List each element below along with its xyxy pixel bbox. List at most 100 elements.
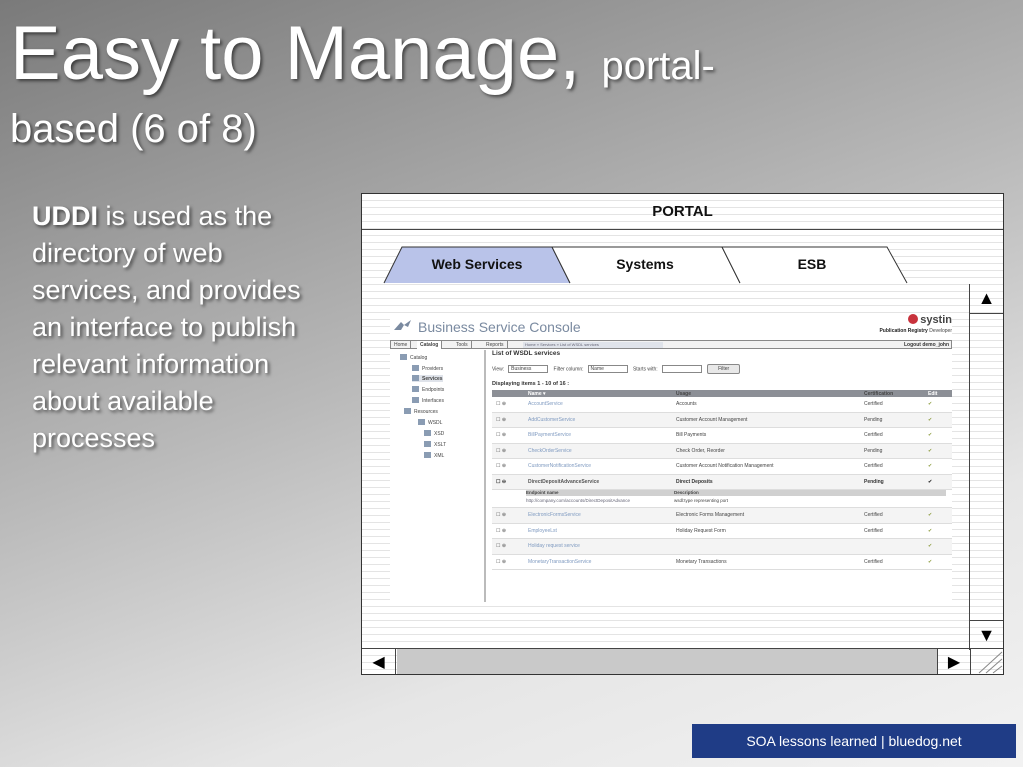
endpoint-icon [412, 386, 419, 392]
edit-icon[interactable]: ✔ [928, 401, 932, 407]
edit-icon[interactable]: ✔ [928, 432, 932, 438]
table-row[interactable]: ☐ ⊕ BillPaymentService Bill Payments Certif… [492, 428, 952, 444]
breadcrumb: Home » Services » List of WSDL services [523, 342, 663, 348]
table-row[interactable]: ☐ ⊕ AddCustomerService Customer Account Ma… [492, 412, 952, 428]
logout-link[interactable]: Logout demo_john [904, 341, 949, 349]
nav-tools[interactable]: Tools [453, 341, 472, 349]
table-row[interactable]: ☐ ⊕ CustomerNotificationService Customer A… [492, 459, 952, 475]
edit-icon[interactable]: ✔ [928, 479, 932, 485]
nav-catalog[interactable]: Catalog [417, 341, 443, 349]
tab-web-services[interactable]: Web Services [402, 256, 552, 272]
bullet-bold: UDDI [32, 201, 98, 231]
scroll-down-icon[interactable]: ▼ [970, 620, 1003, 650]
view-select[interactable]: Business [508, 365, 549, 373]
slide-title-line2: based (6 of 8) [10, 107, 257, 151]
table-row[interactable]: ☐ ⊕ MonetaryTransactionService Monetary Tr… [492, 555, 952, 570]
scroll-right-icon[interactable]: ▶ [937, 649, 971, 674]
console-logo-icon [394, 320, 411, 330]
tree-item-xml[interactable]: XML [424, 452, 444, 459]
folder-icon [400, 354, 407, 360]
nav-home[interactable]: Home [391, 341, 412, 349]
registry-user: Developer [929, 328, 952, 334]
scroll-up-icon[interactable]: ▲ [970, 284, 1003, 314]
tree-item-providers[interactable]: Providers [412, 365, 443, 372]
detail-header: Endpoint name Description [526, 490, 946, 496]
tab-systems[interactable]: Systems [562, 256, 728, 272]
tree-item-catalog[interactable]: Catalog [400, 354, 427, 361]
row-checkbox[interactable]: ☐ ⊕ [496, 448, 506, 454]
tree-item-xsd[interactable]: XSD [424, 430, 444, 437]
business-service-console: Business Service Console systin Publicat… [390, 314, 952, 602]
portal-content: Business Service Console systin Publicat… [364, 284, 968, 624]
filter-column-select[interactable]: Name [587, 365, 628, 373]
row-checkbox[interactable]: ☐ ⊖ [496, 479, 506, 485]
brand-text: systin [920, 314, 952, 326]
resize-grip-icon[interactable] [971, 649, 1003, 674]
tree-item-xslt[interactable]: XSLT [424, 441, 446, 448]
edit-icon[interactable]: ✔ [928, 543, 932, 549]
row-checkbox[interactable]: ☐ ⊕ [496, 463, 506, 469]
table-header: Name ▾ Usage Certification Edit [492, 390, 952, 397]
scroll-track[interactable] [397, 649, 937, 674]
starts-with-input[interactable] [661, 365, 702, 373]
tree-item-wsdl[interactable]: WSDL [418, 419, 442, 426]
xsd-icon [424, 430, 431, 436]
services-table: Name ▾ Usage Certification Edit ☐ ⊕ Accou… [492, 390, 952, 570]
slide-bullet: UDDI is used as the directory of web ser… [32, 198, 332, 457]
tree-item-resources[interactable]: Resources [404, 408, 438, 415]
detail-values: http://company.com/accounts/DirectDeposi… [526, 498, 729, 503]
slide-title: Easy to Manage, portal- [10, 14, 715, 106]
services-list: List of WSDL services View: Business Filt… [492, 350, 952, 602]
catalog-tree: Catalog Providers Services Endpoints Int… [390, 350, 486, 602]
portal-window: PORTAL Web Services Systems ESB Business… [361, 193, 1004, 675]
wsdl-icon [418, 419, 425, 425]
row-checkbox[interactable]: ☐ ⊕ [496, 528, 506, 534]
filter-bar: View: Business Filter column: Name Starts … [492, 364, 741, 374]
row-checkbox[interactable]: ☐ ⊕ [496, 559, 506, 565]
tree-item-services[interactable]: Services [412, 375, 443, 382]
tab-esb[interactable]: ESB [732, 256, 892, 272]
tree-item-interfaces[interactable]: Interfaces [412, 397, 444, 404]
vertical-scrollbar[interactable]: ▲ ▼ [969, 284, 1003, 650]
slide-title-small: portal- [601, 44, 715, 88]
row-checkbox[interactable]: ☐ ⊕ [496, 401, 506, 407]
row-checkbox[interactable]: ☐ ⊕ [496, 432, 506, 438]
tree-item-endpoints[interactable]: Endpoints [412, 386, 444, 393]
table-row[interactable]: ☐ ⊕ ElectronicFormsService Electronic Form… [492, 508, 952, 524]
edit-icon[interactable]: ✔ [928, 448, 932, 454]
row-checkbox[interactable]: ☐ ⊕ [496, 543, 506, 549]
registry-label: Publication Registry [879, 328, 928, 334]
footer-banner: SOA lessons learned | bluedog.net [692, 724, 1016, 758]
console-title: Business Service Console [418, 319, 581, 335]
console-brand: systin [908, 314, 952, 326]
table-row[interactable]: ☐ ⊕ EmployeeLst Holiday Request Form Certif… [492, 524, 952, 539]
table-row[interactable]: ☐ ⊕ CheckOrderService Check Order, Reorder… [492, 443, 952, 459]
console-nav: Home Catalog Tools Reports Home » Servic… [390, 340, 952, 349]
horizontal-scrollbar[interactable]: ◀ ▶ [362, 648, 1003, 674]
portal-title: PORTAL [362, 194, 1003, 230]
edit-icon[interactable]: ✔ [928, 512, 932, 518]
xslt-icon [424, 441, 431, 447]
interface-icon [412, 397, 419, 403]
portal-tabs: Web Services Systems ESB [362, 246, 1003, 284]
scroll-left-icon[interactable]: ◀ [362, 649, 396, 674]
table-row[interactable]: ☐ ⊕ Holiday request service ✔ [492, 539, 952, 555]
resource-icon [404, 408, 411, 414]
edit-icon[interactable]: ✔ [928, 417, 932, 423]
console-header: Business Service Console systin Publicat… [390, 314, 952, 340]
registry-info: Publication Registry Developer [879, 328, 952, 334]
xml-icon [424, 452, 431, 458]
table-row-expanded[interactable]: ☐ ⊖ DirectDepositAdvanceService Direct Dep… [492, 474, 952, 490]
table-row[interactable]: ☐ ⊕ AccountService Accounts Certified ✔ [492, 397, 952, 413]
filter-button[interactable]: Filter [707, 364, 741, 374]
provider-icon [412, 365, 419, 371]
row-checkbox[interactable]: ☐ ⊕ [496, 417, 506, 423]
edit-icon[interactable]: ✔ [928, 528, 932, 534]
row-checkbox[interactable]: ☐ ⊕ [496, 512, 506, 518]
items-count: Displaying items 1 - 10 of 16 : [492, 381, 570, 387]
edit-icon[interactable]: ✔ [928, 559, 932, 565]
nav-reports[interactable]: Reports [483, 341, 508, 349]
edit-icon[interactable]: ✔ [928, 463, 932, 469]
service-icon [412, 375, 419, 381]
list-title: List of WSDL services [492, 350, 561, 357]
